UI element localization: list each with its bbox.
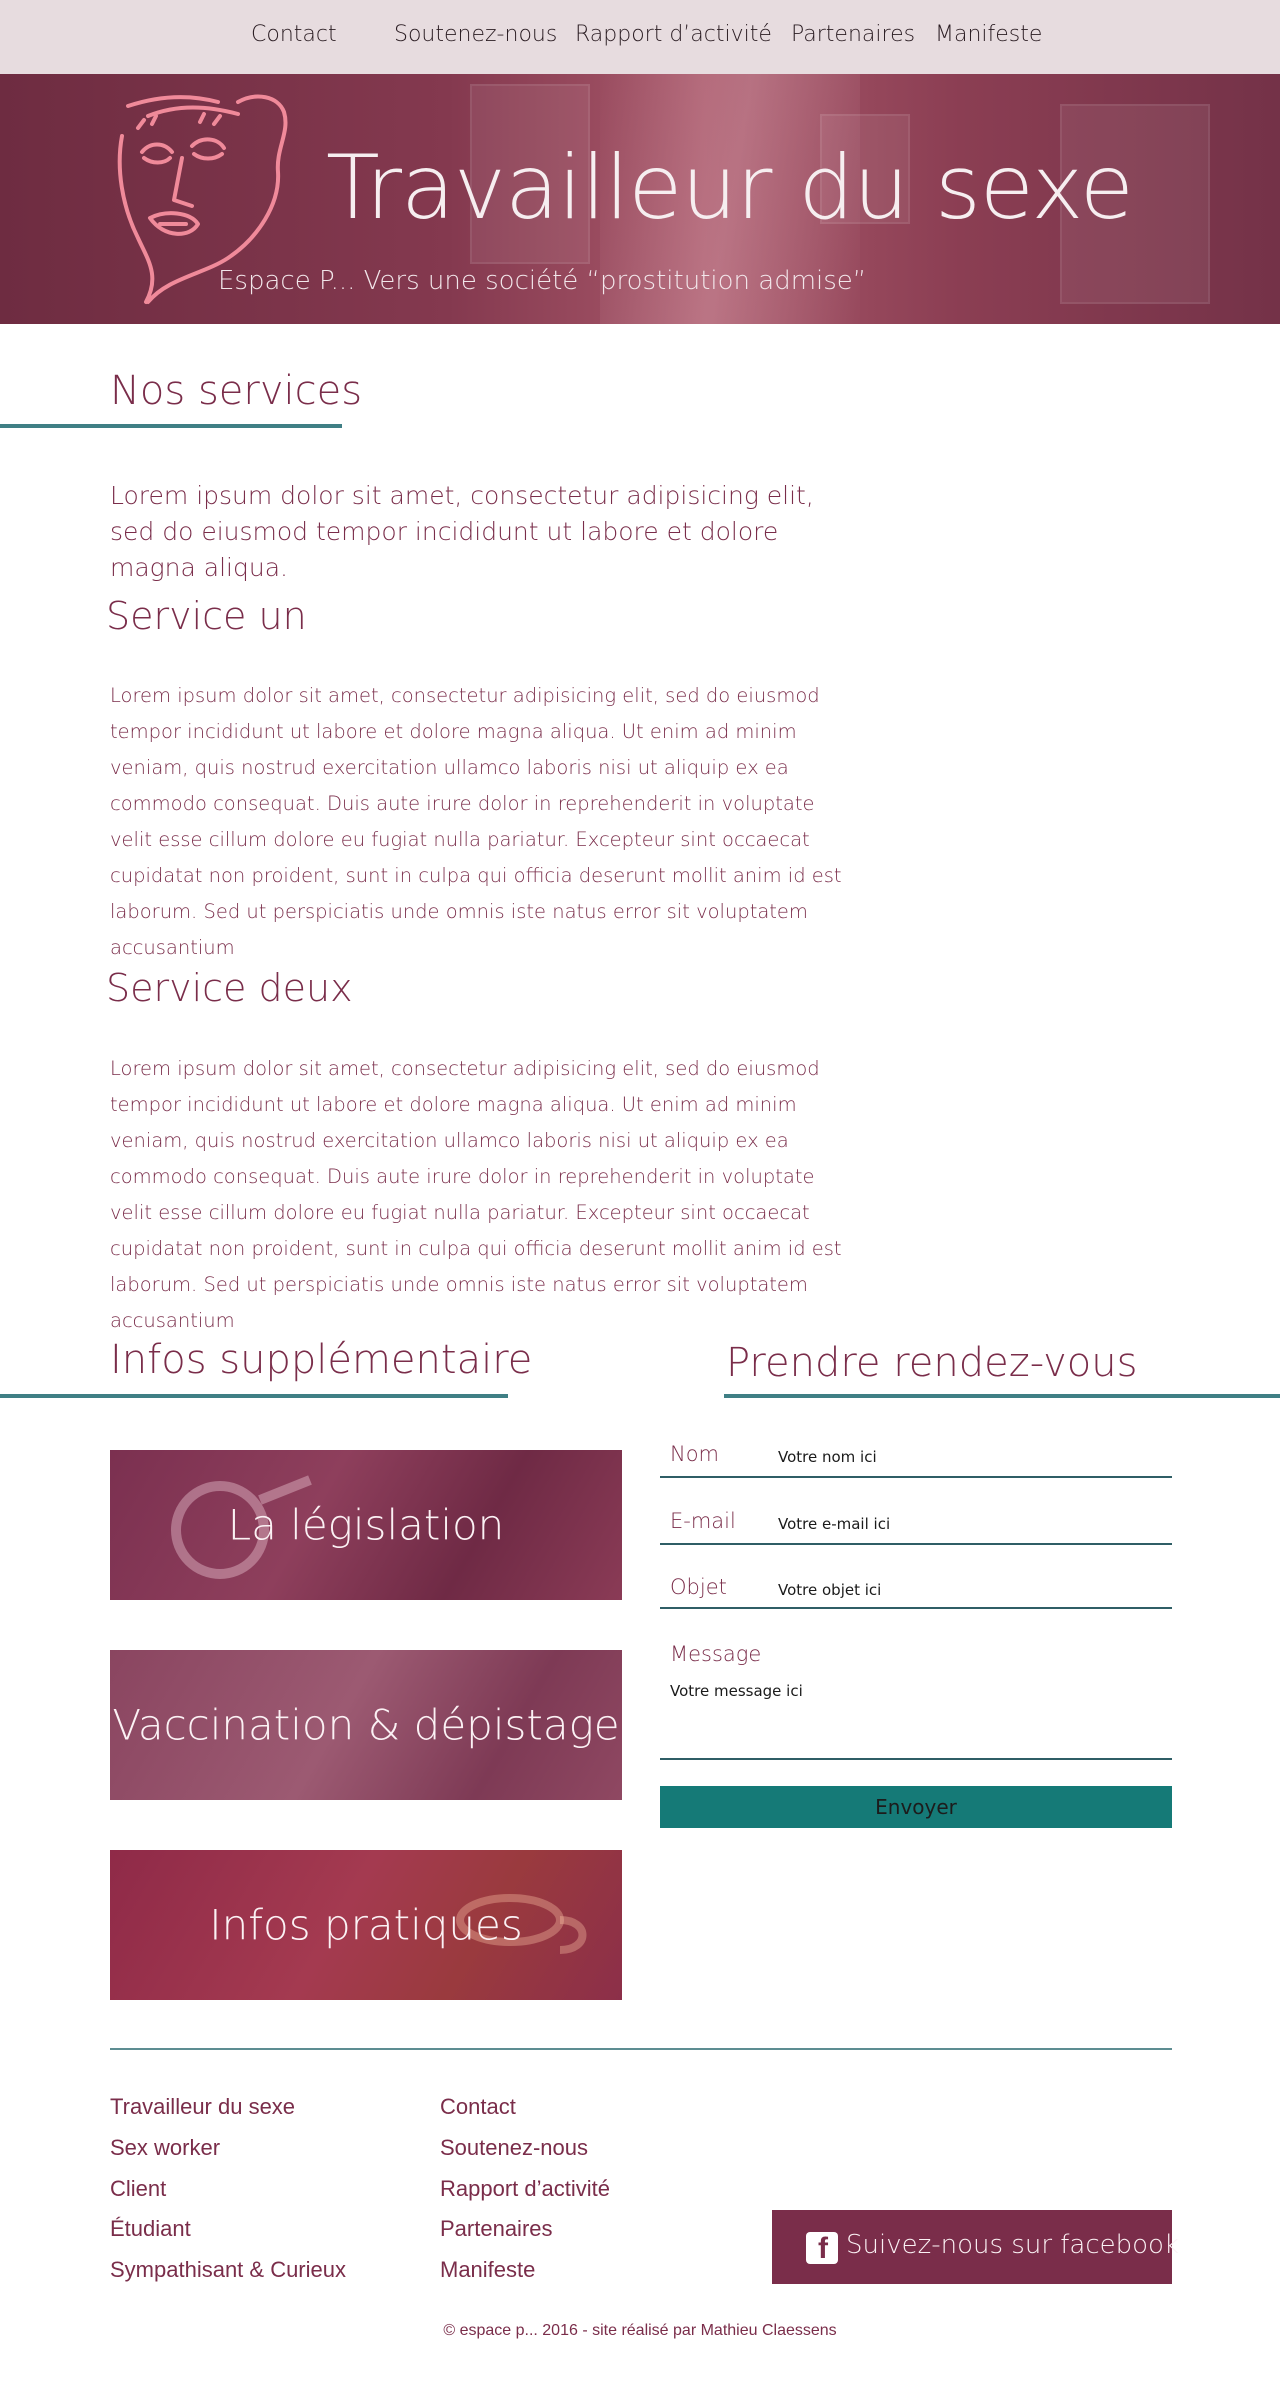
nav-partenaires[interactable]: Partenaires xyxy=(791,22,915,47)
email-field-underline xyxy=(660,1543,1172,1545)
service-two-text: Lorem ipsum dolor sit amet, consectetur … xyxy=(110,1057,842,1332)
services-heading: Nos services xyxy=(110,368,363,414)
rdv-heading: Prendre rendez-vous xyxy=(726,1340,1138,1386)
site-subtitle: Espace P... Vers une société “prostituti… xyxy=(218,266,867,296)
card-infos-pratiques[interactable]: Infos pratiques xyxy=(110,1850,622,2000)
face-sketch-logo[interactable] xyxy=(108,88,292,308)
infos-heading-rule xyxy=(0,1394,508,1398)
nav-soutenez-nous[interactable]: Soutenez-nous xyxy=(394,22,557,47)
message-field[interactable] xyxy=(670,1682,1170,1758)
footer-link-manifeste[interactable]: Manifeste xyxy=(440,2257,535,2283)
facebook-icon: f xyxy=(806,2232,838,2265)
infos-heading: Infos supplémentaire xyxy=(110,1337,533,1383)
name-label: Nom xyxy=(670,1442,720,1466)
nav-contact[interactable]: Contact xyxy=(251,22,337,47)
subject-field-underline xyxy=(660,1607,1172,1609)
service-one-heading: Service un xyxy=(106,594,307,638)
footer-link-rapport[interactable]: Rapport d’activité xyxy=(440,2176,610,2202)
message-label: Message xyxy=(670,1642,762,1666)
footer-link-sympathisant[interactable]: Sympathisant & Curieux xyxy=(110,2257,346,2283)
footer-link-contact[interactable]: Contact xyxy=(440,2094,516,2120)
services-lead: Lorem ipsum dolor sit amet, consectetur … xyxy=(110,481,814,582)
footer-link-partenaires[interactable]: Partenaires xyxy=(440,2216,553,2242)
top-nav: Contact Soutenez-nous Rapport d’activité… xyxy=(0,0,1280,74)
service-one-text: Lorem ipsum dolor sit amet, consectetur … xyxy=(110,684,842,959)
card-vaccination[interactable]: Vaccination & dépistage xyxy=(110,1650,622,1800)
subject-label: Objet xyxy=(670,1575,727,1599)
copyright: © espace p... 2016 - site réalisé par Ma… xyxy=(443,2322,837,2339)
footer-link-soutenez-nous[interactable]: Soutenez-nous xyxy=(440,2135,588,2161)
facebook-button[interactable]: f Suivez-nous sur facebook xyxy=(772,2210,1179,2284)
nav-rapport-activite[interactable]: Rapport d’activité xyxy=(575,22,772,47)
name-field[interactable] xyxy=(778,1444,1158,1470)
card-vaccination-label: Vaccination & dépistage xyxy=(112,1700,620,1750)
footer-link-sex-worker[interactable]: Sex worker xyxy=(110,2135,220,2161)
footer-divider xyxy=(110,2048,1172,2050)
card-legislation[interactable]: La législation xyxy=(110,1450,622,1600)
card-legislation-label: La législation xyxy=(227,1500,505,1550)
facebook-button-label: Suivez-nous sur facebook xyxy=(846,2230,1180,2260)
footer-link-etudiant[interactable]: Étudiant xyxy=(110,2216,191,2242)
card-infos-pratiques-label: Infos pratiques xyxy=(209,1900,523,1950)
rdv-heading-rule xyxy=(724,1394,1280,1398)
email-label: E-mail xyxy=(670,1509,736,1533)
subject-field[interactable] xyxy=(778,1577,1158,1603)
name-field-underline xyxy=(660,1476,1172,1478)
nav-manifeste[interactable]: Manifeste xyxy=(935,22,1042,47)
send-button[interactable]: Envoyer xyxy=(660,1786,1172,1828)
message-field-underline xyxy=(660,1758,1172,1760)
footer-link-travailleur[interactable]: Travailleur du sexe xyxy=(110,2094,295,2120)
footer-link-client[interactable]: Client xyxy=(110,2176,166,2202)
email-field[interactable] xyxy=(778,1511,1158,1537)
site-title: Travailleur du sexe xyxy=(326,136,1134,239)
service-two-heading: Service deux xyxy=(106,966,353,1010)
services-heading-rule xyxy=(0,424,342,428)
